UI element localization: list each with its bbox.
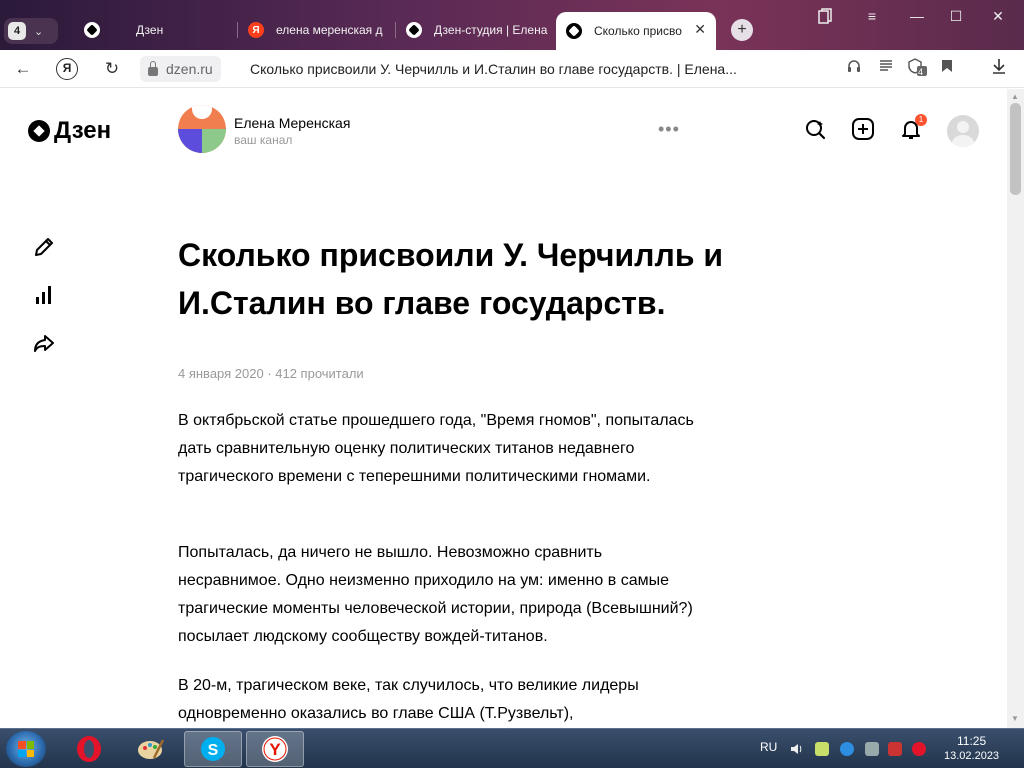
channel-name[interactable]: Елена Меренская <box>234 115 350 131</box>
user-avatar[interactable] <box>947 115 979 147</box>
headphones-icon[interactable] <box>844 58 864 78</box>
url-domain-pill[interactable]: dzen.ru <box>140 56 221 82</box>
browser-tab-bar: 4 ⌄ Дзен Я елена меренская д Дзен-студия… <box>0 0 1024 50</box>
add-content-icon[interactable] <box>851 117 875 141</box>
yandex-home-button[interactable]: Я <box>56 58 78 80</box>
start-button[interactable] <box>6 731 46 767</box>
close-tab-icon[interactable]: ✕ <box>694 21 706 38</box>
maximize-icon[interactable]: ☐ <box>944 8 968 28</box>
page-scrollbar[interactable]: ▲ ▼ <box>1007 89 1024 728</box>
url-domain: dzen.ru <box>166 61 213 77</box>
taskbar-yandex-browser[interactable]: Y <box>246 731 304 767</box>
reader-mode-icon[interactable] <box>876 58 896 78</box>
clock-time[interactable]: 11:25 <box>957 734 986 748</box>
page-content: Дзен Елена Меренская ваш канал ••• 1 Ско… <box>0 89 1007 728</box>
yandex-browser-icon: Y <box>262 736 288 762</box>
bookmarks-panel-icon[interactable] <box>813 8 837 28</box>
protect-icon[interactable]: 4 <box>907 58 927 78</box>
tab-count-button[interactable]: 4 ⌄ <box>4 18 58 44</box>
skype-icon: S <box>201 737 225 761</box>
tab-label: елена меренская д <box>276 23 383 37</box>
close-window-icon[interactable]: ✕ <box>986 8 1010 28</box>
menu-icon[interactable]: ≡ <box>860 8 884 28</box>
logo-text: Дзен <box>54 117 112 144</box>
article-meta: 4 января 2020 · 412 прочитали <box>178 366 364 381</box>
tray-monitor-icon[interactable] <box>865 742 879 756</box>
share-count: 4 <box>918 67 924 77</box>
article-paragraph: В 20-м, трагическом веке, так случилось,… <box>178 677 639 722</box>
tab-search[interactable]: Я елена меренская д <box>238 14 396 46</box>
notification-badge: 1 <box>915 114 927 126</box>
dzen-favicon-icon <box>406 22 422 38</box>
reload-icon[interactable]: ↻ <box>101 58 123 80</box>
chevron-down-icon: ⌄ <box>34 25 44 38</box>
bookmark-icon[interactable] <box>937 58 957 78</box>
dzen-logo[interactable]: Дзен <box>28 117 111 145</box>
dzen-favicon-icon <box>84 22 100 38</box>
tray-network-icon[interactable] <box>840 742 854 756</box>
back-arrow-icon[interactable]: ← <box>12 58 34 80</box>
tray-security-icon[interactable] <box>888 742 902 756</box>
svg-text:S: S <box>208 742 219 759</box>
statistics-icon[interactable] <box>32 283 56 307</box>
opera-icon <box>77 736 101 762</box>
language-indicator[interactable]: RU <box>760 740 777 754</box>
tab-count-badge: 4 <box>8 22 26 40</box>
tab-label: Сколько присво <box>594 24 682 38</box>
tray-app-icon[interactable] <box>815 742 829 756</box>
minimize-icon[interactable]: — <box>905 8 929 28</box>
more-options-icon[interactable]: ••• <box>658 119 680 140</box>
tray-opera-icon[interactable] <box>912 742 926 756</box>
tab-dzen-studio[interactable]: Дзен-студия | Елена <box>396 14 552 46</box>
page-title-in-address[interactable]: Сколько присвоили У. Черчилль и И.Сталин… <box>250 61 737 77</box>
clock-date[interactable]: 13.02.2023 <box>944 750 999 762</box>
volume-icon[interactable] <box>790 742 804 756</box>
channel-subtitle: ваш канал <box>234 133 293 147</box>
lock-icon <box>148 60 158 76</box>
tab-label: Дзен <box>136 23 164 37</box>
article-paragraph: В октябрьской статье прошедшего года, "В… <box>178 412 694 485</box>
share-arrow-icon[interactable] <box>32 332 56 356</box>
tab-label: Дзен-студия | Елена <box>434 23 548 37</box>
search-icon[interactable] <box>803 117 827 141</box>
tab-dzen[interactable]: Дзен <box>74 14 238 46</box>
taskbar-opera[interactable] <box>60 731 118 767</box>
yandex-favicon-icon: Я <box>248 22 264 38</box>
svg-text:Y: Y <box>269 740 281 759</box>
taskbar-paint[interactable] <box>122 731 180 767</box>
channel-avatar[interactable] <box>178 105 226 153</box>
dzen-logo-icon <box>28 120 50 142</box>
download-icon[interactable] <box>989 58 1009 78</box>
article-title: Сколько присвоили У. Черчилль и И.Сталин… <box>178 237 724 321</box>
new-tab-button[interactable]: + <box>731 19 753 41</box>
paint-palette-icon <box>138 739 165 759</box>
dzen-favicon-icon <box>566 23 582 39</box>
taskbar-skype[interactable]: S <box>184 731 242 767</box>
edit-pencil-icon[interactable] <box>32 235 56 259</box>
article-paragraph: Попыталась, да ничего не вышло. Невозмож… <box>178 544 693 645</box>
scrollbar-thumb[interactable] <box>1010 103 1021 195</box>
tab-article-active[interactable]: Сколько присво ✕ <box>556 12 716 50</box>
